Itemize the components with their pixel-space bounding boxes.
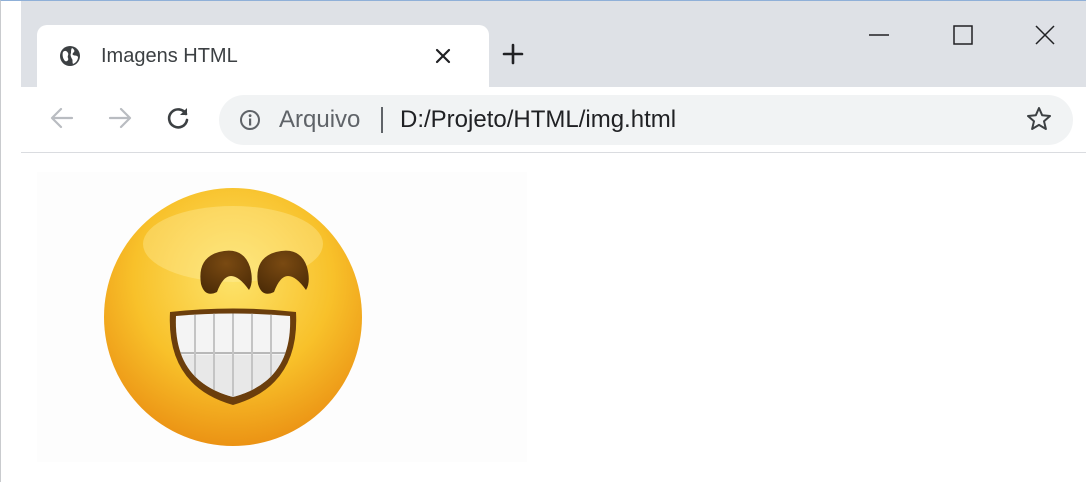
address-bar[interactable]: Arquivo D:/Projeto/HTML/img.html [219,95,1073,145]
url-text[interactable]: D:/Projeto/HTML/img.html [400,95,676,145]
close-window-button[interactable] [1025,19,1065,55]
maximize-button[interactable] [943,19,983,55]
info-icon[interactable] [239,109,261,131]
maximize-icon [953,24,973,50]
back-button[interactable] [47,105,77,135]
tab-title: Imagens HTML [101,45,238,67]
grinning-face-emoji-image [37,172,527,462]
tab-imagens-html[interactable]: Imagens HTML [37,25,489,87]
bookmark-button[interactable] [1025,106,1053,137]
plus-icon [502,43,524,70]
forward-button[interactable] [105,105,135,135]
star-icon [1026,106,1052,137]
new-tab-button[interactable] [499,42,527,70]
reload-icon [165,105,191,136]
toolbar: Arquivo D:/Projeto/HTML/img.html [21,87,1086,153]
minimize-icon [869,25,889,50]
tab-close-icon[interactable] [431,44,455,68]
minimize-button[interactable] [859,19,899,55]
page-viewport [21,154,1086,482]
arrow-left-icon [49,105,75,136]
globe-icon [59,45,81,67]
browser-window: Imagens HTML Arquivo D:/Projeto/HTML/img… [0,0,1086,482]
omnibox-divider [381,107,383,133]
tab-strip: Imagens HTML [21,1,1086,87]
arrow-right-icon [107,105,133,136]
reload-button[interactable] [163,105,193,135]
close-icon [1035,24,1055,50]
scheme-label: Arquivo [279,106,361,133]
